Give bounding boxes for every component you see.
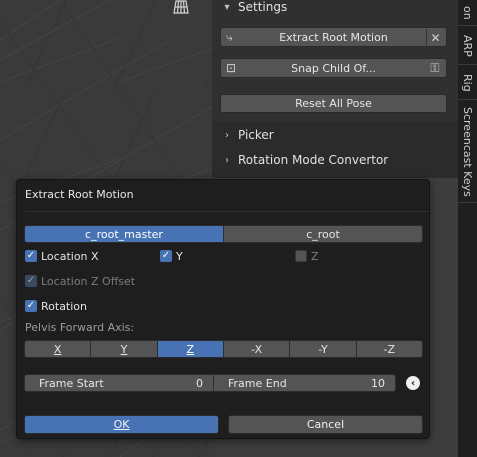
checkmark-icon: ✓ [25,275,37,287]
frame-start-label: Frame Start [39,376,104,390]
snap-child-of-label: Snap Child Of... [291,61,376,75]
dialog-divider [25,211,429,212]
location-y-label: Y [176,249,183,263]
reset-all-pose-button[interactable]: Reset All Pose [220,94,447,113]
extract-root-motion-button[interactable]: ⤷ Extract Root Motion ✕ [220,27,447,47]
axis-z-label: Z [186,342,195,356]
grid-ortho-icon[interactable] [171,0,191,14]
frame-start-value: 0 [196,376,203,390]
cancel-button[interactable]: Cancel [228,415,423,434]
picker-header[interactable]: › Picker [220,125,274,145]
option-c-root-label: c_root [306,227,340,241]
axis-neg-z-label: -Z [383,342,396,356]
tab-screencast-keys-label: Screencast Keys [461,106,474,197]
ok-label: OK [113,418,130,431]
frame-start-field[interactable]: Frame Start 0 [24,374,214,392]
ok-button[interactable]: OK [24,415,219,434]
rotation-mode-convertor-label: Rotation Mode Convertor [238,153,389,167]
tab-screencast-keys[interactable]: Screencast Keys [458,101,477,203]
key-add-icon[interactable]: ⚿ [426,60,444,77]
root-source-selector: c_root_master c_root [24,225,423,243]
tab-rig-label: Rig [461,73,474,92]
location-x-checkbox[interactable]: ✓ Location X [25,248,99,264]
location-z-offset-checkbox[interactable]: ✓ Location Z Offset [25,273,135,289]
axis-z-option[interactable]: Z [157,341,224,357]
axis-neg-y-label: -Y [318,342,328,356]
location-x-label: Location X [41,249,99,263]
settings-header[interactable]: ▾ Settings [220,0,287,17]
chevron-down-icon: ▾ [224,1,230,13]
frame-end-label: Frame End [228,376,287,390]
frame-range-picker-icon[interactable]: ‹ [406,376,420,390]
sidebar-tabs: on ARP Rig Screencast Keys [458,0,477,457]
extract-root-motion-label: Extract Root Motion [279,30,388,44]
dialog-title: Extract Root Motion [25,188,134,201]
checkbox-empty-icon [295,250,307,262]
rotation-label: Rotation [41,299,88,313]
location-z-offset-label: Location Z Offset [41,274,136,288]
tab-arp-label: ARP [461,34,474,57]
tab-partial[interactable]: on [458,0,477,26]
tab-arp[interactable]: ARP [458,27,477,65]
rotation-checkbox[interactable]: ✓ Rotation [25,298,87,314]
rotation-mode-convertor-header[interactable]: › Rotation Mode Convertor [220,150,388,170]
chevron-right-icon: › [225,154,229,166]
settings-header-label: Settings [238,0,288,14]
location-z-label: Z [311,249,319,263]
option-c-root-master-label: c_root_master [85,227,163,241]
axis-neg-x-label: -X [251,342,263,356]
checkmark-icon: ✓ [25,250,37,262]
pelvis-axis-selector: X Y Z -X -Y -Z [24,340,423,358]
chevron-right-icon: › [225,129,229,141]
snap-child-of-button[interactable]: ⊡ Snap Child Of... ⚿ [220,58,447,78]
checkmark-icon: ✓ [25,300,37,312]
location-y-checkbox[interactable]: ✓ Y [160,248,183,264]
picker-header-label: Picker [238,128,274,142]
axis-neg-z-option[interactable]: -Z [356,341,422,357]
checkmark-icon: ✓ [160,250,172,262]
axis-x-option[interactable]: X [25,341,92,357]
frame-end-value: 10 [371,376,385,390]
option-c-root-master[interactable]: c_root_master [25,226,224,242]
tab-partial-label: on [461,5,474,20]
motion-path-icon: ⤷ [226,30,233,44]
axis-y-label: Y [120,342,128,356]
tab-rig[interactable]: Rig [458,66,477,100]
axis-neg-x-option[interactable]: -X [223,341,291,357]
cancel-label: Cancel [306,418,345,431]
location-z-checkbox[interactable]: Z [295,248,319,264]
axis-y-option[interactable]: Y [91,341,158,357]
axis-neg-y-option[interactable]: -Y [290,341,357,357]
axis-x-label: X [53,342,62,356]
reset-all-pose-label: Reset All Pose [295,97,372,110]
pelvis-forward-axis-label: Pelvis Forward Axis: [25,321,135,334]
frame-end-field[interactable]: Frame End 10 [213,374,396,392]
close-icon[interactable]: ✕ [426,29,444,46]
constraint-icon: ⊡ [226,61,237,75]
extract-root-motion-dialog: Extract Root Motion c_root_master c_root… [16,179,430,439]
option-c-root[interactable]: c_root [224,226,422,242]
